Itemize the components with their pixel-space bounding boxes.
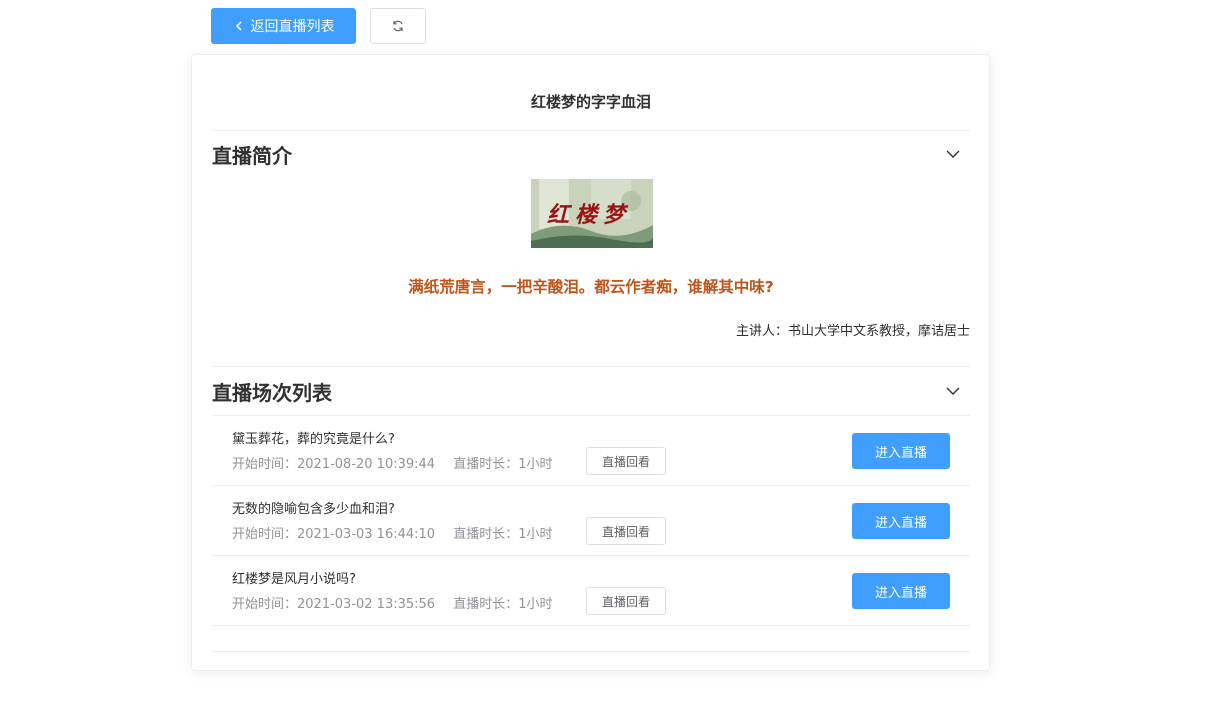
- session-duration: 直播时长：1小时: [453, 597, 553, 612]
- top-toolbar: 返回直播列表: [211, 8, 426, 44]
- title-divider: [212, 130, 970, 131]
- replay-button[interactable]: 直播回看: [586, 517, 666, 545]
- session-meta: 开始时间：2021-03-02 13:35:56 直播时长：1小时: [232, 593, 553, 612]
- sessions-heading: 直播场次列表: [212, 380, 332, 405]
- session-meta: 开始时间：2021-03-03 16:44:10 直播时长：1小时: [232, 523, 553, 542]
- course-speaker: 主讲人：书山大学中文系教授，摩诘居士: [735, 324, 970, 339]
- course-cover-image: 红楼梦: [531, 179, 653, 248]
- intro-section-header[interactable]: 直播简介: [212, 139, 970, 169]
- session-title: 无数的隐喻包含多少血和泪?: [232, 502, 395, 517]
- refresh-icon: [393, 20, 403, 32]
- intro-heading: 直播简介: [212, 143, 292, 168]
- session-start-time: 开始时间：2021-03-02 13:35:56: [232, 597, 436, 612]
- session-meta: 开始时间：2021-08-20 10:39:44 直播时长：1小时: [232, 453, 553, 472]
- card-bottom-divider: [212, 651, 970, 652]
- session-title: 红楼梦是风月小说吗?: [232, 572, 356, 587]
- course-motto: 满纸荒唐言，一把辛酸泪。都云作者痴，谁解其中味?: [408, 278, 774, 296]
- refresh-button[interactable]: [370, 8, 426, 44]
- session-duration: 直播时长：1小时: [453, 457, 553, 472]
- enter-live-button[interactable]: 进入直播: [852, 433, 950, 469]
- cover-calligraphy: 红楼梦: [547, 202, 632, 228]
- session-duration: 直播时长：1小时: [453, 527, 553, 542]
- session-row: 无数的隐喻包含多少血和泪? 开始时间：2021-03-03 16:44:10 直…: [212, 486, 970, 556]
- session-title: 黛玉葬花，葬的究竟是什么?: [232, 432, 395, 447]
- chevron-left-icon: [235, 21, 242, 31]
- card-body: 红楼梦的字字血泪 直播简介 红楼梦 满纸荒唐言，一把辛酸泪。都云作者痴，谁解其中…: [212, 55, 970, 672]
- session-start-time: 开始时间：2021-08-20 10:39:44: [232, 457, 436, 472]
- replay-button[interactable]: 直播回看: [586, 447, 666, 475]
- chevron-down-icon[interactable]: [944, 382, 962, 400]
- chevron-down-icon[interactable]: [944, 145, 962, 163]
- course-card: 红楼梦的字字血泪 直播简介 红楼梦 满纸荒唐言，一把辛酸泪。都云作者痴，谁解其中…: [191, 54, 990, 671]
- back-to-list-button[interactable]: 返回直播列表: [211, 8, 356, 44]
- intro-divider: [212, 366, 970, 367]
- replay-button[interactable]: 直播回看: [586, 587, 666, 615]
- enter-live-button[interactable]: 进入直播: [852, 573, 950, 609]
- back-button-label: 返回直播列表: [250, 19, 335, 35]
- session-row: 红楼梦是风月小说吗? 开始时间：2021-03-02 13:35:56 直播时长…: [212, 556, 970, 626]
- session-row: 黛玉葬花，葬的究竟是什么? 开始时间：2021-08-20 10:39:44 直…: [212, 416, 970, 486]
- enter-live-button[interactable]: 进入直播: [852, 503, 950, 539]
- sessions-section-header[interactable]: 直播场次列表: [212, 376, 970, 406]
- course-title: 红楼梦的字字血泪: [530, 93, 651, 111]
- session-start-time: 开始时间：2021-03-03 16:44:10: [232, 527, 436, 542]
